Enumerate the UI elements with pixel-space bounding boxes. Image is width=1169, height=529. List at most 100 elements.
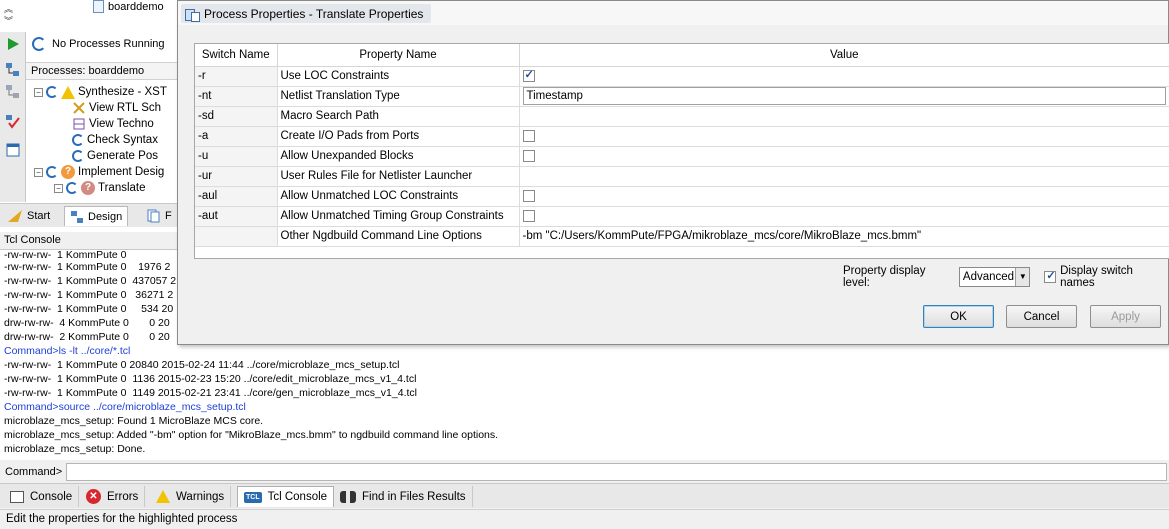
- other-options-field[interactable]: -bm "C:/Users/KommPute/FPGA/mikroblaze_m…: [519, 226, 1169, 247]
- display-level-select[interactable]: Advanced ▼: [958, 267, 1031, 287]
- switch-cell: -aul: [195, 186, 278, 207]
- console-line: microblaze_mcs_setup: Found 1 MicroBlaze…: [4, 415, 264, 427]
- cancel-button[interactable]: Cancel: [1006, 305, 1077, 328]
- dialog-title-tab: Process Properties - Translate Propertie…: [181, 4, 432, 23]
- tree-item-view-rtl[interactable]: View RTL Sch: [72, 100, 161, 116]
- console-line: -rw-rw-rw- 1 KommPute 0 1136 2015-02-23 …: [4, 373, 417, 385]
- netlist-translation-type-field[interactable]: Timestamp: [522, 87, 1166, 105]
- use-loc-constraints-checkbox[interactable]: [522, 68, 535, 82]
- binoculars-icon: [340, 490, 356, 503]
- collapse-icon[interactable]: −: [34, 167, 43, 177]
- property-cell: Allow Unmatched Timing Group Constraints: [277, 206, 520, 227]
- user-rules-file-field[interactable]: [519, 166, 1169, 187]
- display-switch-names-checkbox[interactable]: [1044, 269, 1057, 283]
- value-cell: [519, 146, 1169, 167]
- macro-search-path-field[interactable]: [519, 106, 1169, 127]
- sync-icon: [32, 37, 46, 51]
- ok-button[interactable]: OK: [923, 305, 994, 328]
- tab-files[interactable]: F: [142, 206, 177, 226]
- table-row[interactable]: -nt Netlist Translation Type Timestamp: [195, 86, 1169, 107]
- allow-unexpanded-blocks-checkbox[interactable]: [522, 149, 535, 162]
- tab-label: Tcl Console: [267, 491, 328, 503]
- table-header: Switch Name Property Name Value: [195, 44, 1169, 67]
- apply-button[interactable]: Apply: [1090, 305, 1161, 328]
- tab-warnings[interactable]: Warnings: [150, 486, 232, 507]
- process-toolbar: [0, 32, 26, 202]
- console-icon: [10, 490, 24, 503]
- tree-item-check-syntax[interactable]: Check Syntax: [72, 132, 158, 148]
- table-row[interactable]: -ur User Rules File for Netlister Launch…: [195, 166, 1169, 187]
- chevron-down-icon[interactable]: ︾: [4, 14, 13, 27]
- column-header-switch[interactable]: Switch Name: [195, 44, 278, 67]
- hierarchy-strip: ︽ ︾ boarddemo: [0, 0, 181, 30]
- value-cell: [519, 126, 1169, 147]
- tab-design[interactable]: Design: [64, 206, 129, 226]
- schematic-icon: [73, 118, 85, 130]
- tab-label: Start: [27, 210, 51, 222]
- table-row[interactable]: Other Ngdbuild Command Line Options -bm …: [195, 226, 1169, 247]
- tree-item-translate[interactable]: − ? Translate: [54, 180, 146, 196]
- column-header-value[interactable]: Value: [519, 44, 1169, 67]
- property-cell: Macro Search Path: [277, 106, 520, 127]
- app-icon: [185, 7, 200, 22]
- tree-item-label: Translate: [98, 182, 146, 194]
- file-icon: [93, 0, 104, 13]
- display-level-value: Advanced: [962, 271, 1015, 283]
- switch-cell: -ur: [195, 166, 278, 187]
- table-row[interactable]: -r Use LOC Constraints: [195, 66, 1169, 87]
- tab-errors[interactable]: ✕ Errors: [80, 486, 146, 507]
- hierarchy-alt-icon[interactable]: [5, 84, 21, 100]
- collapse-icon[interactable]: −: [34, 87, 43, 97]
- tab-find-in-files[interactable]: Find in Files Results: [334, 486, 473, 507]
- console-line: -rw-rw-rw- 1 KommPute 0 36271 2: [4, 289, 174, 301]
- switch-cell: -nt: [195, 86, 278, 107]
- display-switch-names-option[interactable]: Display switch names: [1044, 265, 1168, 289]
- dialog-title: Process Properties - Translate Propertie…: [204, 6, 424, 21]
- display-level-row: Property display level: Advanced ▼ Displ…: [843, 265, 1168, 289]
- hierarchy-icon[interactable]: [5, 62, 21, 78]
- processes-header: Processes: boarddemo: [26, 62, 181, 80]
- table-row[interactable]: -sd Macro Search Path: [195, 106, 1169, 127]
- property-cell: Other Ngdbuild Command Line Options: [277, 226, 520, 247]
- dialog-title-bar[interactable]: Process Properties - Translate Propertie…: [178, 1, 1168, 25]
- question-icon: ?: [61, 165, 75, 179]
- tab-label: Find in Files Results: [362, 490, 466, 503]
- tab-label: Errors: [107, 490, 139, 503]
- table-row[interactable]: -aut Allow Unmatched Timing Group Constr…: [195, 206, 1169, 227]
- table-row[interactable]: -a Create I/O Pads from Ports: [195, 126, 1169, 147]
- column-header-property[interactable]: Property Name: [277, 44, 520, 67]
- property-cell: Allow Unmatched LOC Constraints: [277, 186, 520, 207]
- chevron-down-icon[interactable]: ▼: [1015, 268, 1030, 286]
- console-line: -rw-rw-rw- 1 KommPute 0 437057 2: [4, 275, 177, 287]
- console-line: -rw-rw-rw- 1 KommPute 0 20840 2015-02-24…: [4, 359, 400, 371]
- tree-item-synthesize[interactable]: − Synthesize - XST: [34, 84, 167, 100]
- tree-item-boarddemo[interactable]: boarddemo: [93, 0, 164, 13]
- tree-item-label: Synthesize - XST: [78, 86, 167, 98]
- tab-start[interactable]: Start: [2, 206, 55, 226]
- run-icon[interactable]: [5, 36, 21, 52]
- check-hierarchy-icon[interactable]: [5, 114, 21, 130]
- design-icon: [71, 210, 83, 223]
- command-input[interactable]: [66, 462, 1167, 481]
- tree-item-implement-design[interactable]: − ? Implement Desig: [34, 164, 164, 180]
- table-row[interactable]: -aul Allow Unmatched LOC Constraints: [195, 186, 1169, 207]
- status-bar: Edit the properties for the highlighted …: [0, 509, 1169, 529]
- allow-unmatched-loc-checkbox[interactable]: [522, 189, 535, 202]
- tree-item-label: Implement Desig: [78, 166, 165, 178]
- sync-icon: [46, 166, 58, 178]
- allow-unmatched-timing-checkbox[interactable]: [522, 209, 535, 222]
- process-properties-dialog: Process Properties - Translate Propertie…: [177, 0, 1169, 345]
- console-line: microblaze_mcs_setup: Done.: [4, 443, 146, 455]
- console-line: -rw-rw-rw- 1 KommPute 0 1976 2: [4, 261, 171, 273]
- tab-tcl-console[interactable]: TCL Tcl Console: [237, 486, 335, 507]
- create-io-pads-checkbox[interactable]: [522, 129, 535, 142]
- tree-item-generate-pos[interactable]: Generate Pos: [72, 148, 158, 164]
- tree-item-view-techno[interactable]: View Techno: [72, 116, 154, 132]
- collapse-icon[interactable]: −: [54, 183, 63, 193]
- tab-label: F: [165, 210, 172, 222]
- files-icon: [147, 209, 160, 223]
- table-row[interactable]: -u Allow Unexpanded Blocks: [195, 146, 1169, 167]
- panel-icon[interactable]: [5, 142, 21, 158]
- tree-item-label: Check Syntax: [87, 134, 158, 146]
- tab-console[interactable]: Console: [4, 486, 80, 507]
